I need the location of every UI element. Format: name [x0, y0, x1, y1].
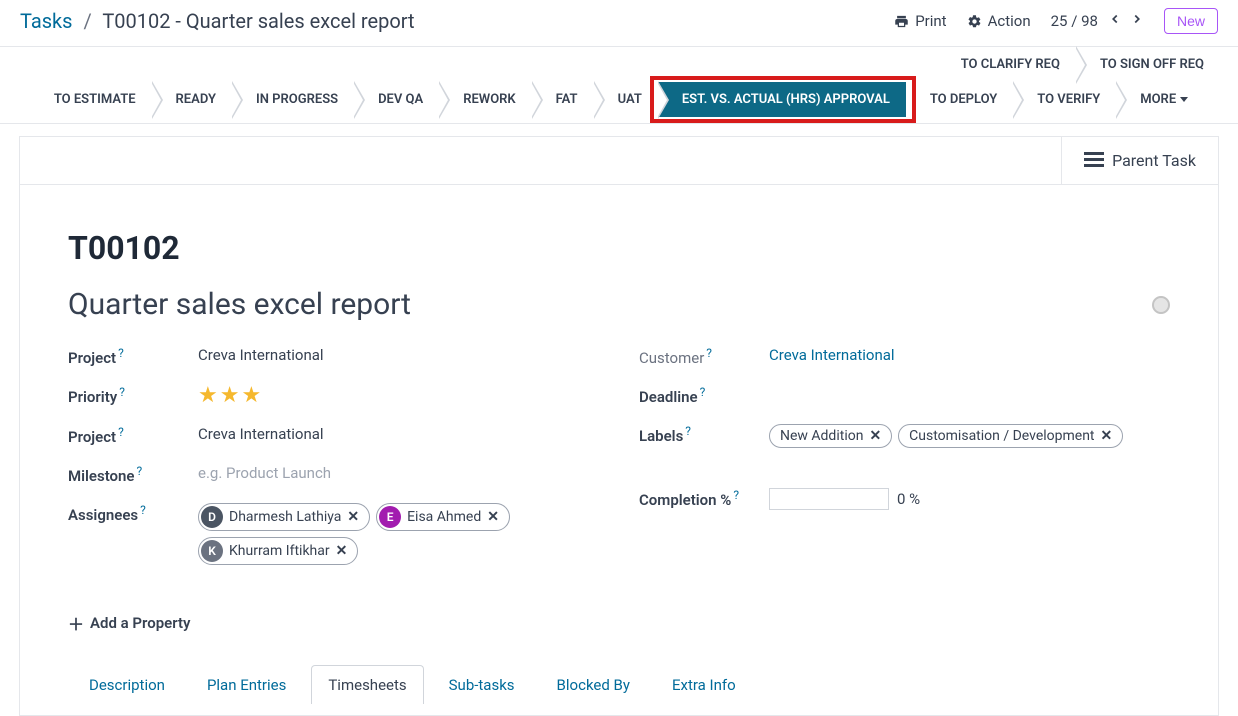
print-label: Print	[915, 12, 946, 30]
stage-ready[interactable]: READY	[152, 82, 232, 117]
priority-stars[interactable]: ★ ★ ★	[198, 385, 599, 407]
help-icon[interactable]: ?	[119, 385, 125, 399]
task-title[interactable]: Quarter sales excel report	[68, 287, 411, 322]
tab-extra-info[interactable]: Extra Info	[655, 665, 753, 704]
parent-task-label: Parent Task	[1112, 151, 1196, 170]
label-milestone: Milestone?	[68, 464, 198, 485]
list-icon	[1084, 152, 1104, 170]
label-completion: Completion %?	[639, 488, 769, 509]
add-property-label: Add a Property	[90, 614, 190, 632]
star-icon[interactable]: ★	[220, 385, 240, 407]
print-button[interactable]: Print	[894, 12, 946, 30]
gear-icon	[967, 14, 982, 29]
help-icon[interactable]: ?	[118, 346, 124, 360]
action-label: Action	[988, 12, 1031, 30]
label-tag[interactable]: New Addition ✕	[769, 424, 892, 448]
highlighted-stage-wrap: EST. VS. ACTUAL (HRS) APPROVAL	[658, 82, 906, 117]
breadcrumb-sep: /	[83, 9, 91, 33]
chevron-left-icon	[1108, 12, 1122, 26]
breadcrumb-item: T00102 - Quarter sales excel report	[102, 9, 414, 33]
label-customer: Customer?	[639, 346, 769, 367]
assignee-name: Eisa Ahmed	[407, 509, 481, 525]
status-circle-icon[interactable]	[1152, 296, 1170, 314]
assignee-name: Dharmesh Lathiya	[229, 509, 341, 525]
print-icon	[894, 14, 909, 29]
tab-description[interactable]: Description	[72, 665, 182, 704]
next-button[interactable]	[1130, 12, 1144, 30]
remove-icon[interactable]: ✕	[336, 543, 348, 559]
field-project-2[interactable]: Creva International	[198, 425, 599, 443]
prev-button[interactable]	[1108, 12, 1122, 30]
assignee-chip[interactable]: K Khurram Iftikhar ✕	[198, 537, 358, 565]
tab-blocked-by[interactable]: Blocked By	[540, 665, 647, 704]
assignee-chip[interactable]: D Dharmesh Lathiya ✕	[198, 503, 370, 531]
stage-in-progress[interactable]: IN PROGRESS	[232, 82, 354, 117]
star-icon[interactable]: ★	[241, 385, 261, 407]
stage-est-vs-actual[interactable]: EST. VS. ACTUAL (HRS) APPROVAL	[658, 82, 906, 117]
avatar: D	[201, 506, 223, 528]
avatar: K	[201, 540, 223, 562]
breadcrumb: Tasks / T00102 - Quarter sales excel rep…	[20, 9, 415, 33]
add-property-button[interactable]: ＋ Add a Property	[68, 611, 191, 635]
stage-to-estimate[interactable]: TO ESTIMATE	[30, 82, 152, 117]
plus-icon: ＋	[68, 611, 84, 635]
parent-task-button[interactable]: Parent Task	[1061, 137, 1218, 184]
new-button[interactable]: New	[1164, 8, 1218, 34]
stage-to-deploy[interactable]: TO DEPLOY	[906, 82, 1013, 117]
remove-icon[interactable]: ✕	[487, 509, 499, 525]
tab-plan-entries[interactable]: Plan Entries	[190, 665, 303, 704]
label-project: Project?	[68, 346, 198, 367]
field-customer[interactable]: Creva International	[769, 346, 1170, 364]
remove-icon[interactable]: ✕	[347, 509, 359, 525]
tag-text: New Addition	[780, 428, 863, 444]
star-icon[interactable]: ★	[198, 385, 218, 407]
assignee-chip[interactable]: E Eisa Ahmed ✕	[376, 503, 510, 531]
label-tag[interactable]: Customisation / Development ✕	[898, 424, 1123, 448]
action-button[interactable]: Action	[967, 12, 1031, 30]
remove-icon[interactable]: ✕	[869, 428, 881, 444]
stage-rework[interactable]: REWORK	[439, 82, 531, 117]
help-icon[interactable]: ?	[733, 488, 739, 502]
tag-text: Customisation / Development	[909, 428, 1094, 444]
label-assignees: Assignees?	[68, 503, 198, 524]
tab-sub-tasks[interactable]: Sub-tasks	[432, 665, 532, 704]
field-project[interactable]: Creva International	[198, 346, 599, 364]
completion-input[interactable]	[769, 488, 889, 510]
tab-timesheets[interactable]: Timesheets	[311, 665, 423, 704]
help-icon[interactable]: ?	[137, 464, 143, 478]
label-labels: Labels?	[639, 424, 769, 445]
label-project-2: Project?	[68, 425, 198, 446]
completion-value: 0 %	[897, 490, 920, 508]
stage-to-sign-off-req[interactable]: TO SIGN OFF REQ	[1076, 47, 1220, 82]
stage-to-clarify-req[interactable]: TO CLARIFY REQ	[937, 47, 1076, 82]
assignee-name: Khurram Iftikhar	[229, 543, 330, 559]
help-icon[interactable]: ?	[118, 425, 124, 439]
pager-count: 25 / 98	[1051, 12, 1098, 30]
task-id: T00102	[68, 229, 1170, 267]
field-milestone[interactable]: e.g. Product Launch	[198, 464, 599, 482]
chevron-down-icon	[1180, 97, 1188, 102]
breadcrumb-root[interactable]: Tasks	[20, 9, 73, 33]
help-icon[interactable]: ?	[140, 503, 146, 517]
help-icon[interactable]: ?	[700, 385, 706, 399]
help-icon[interactable]: ?	[685, 424, 691, 438]
label-deadline: Deadline?	[639, 385, 769, 406]
labels-list[interactable]: New Addition ✕ Customisation / Developmen…	[769, 424, 1170, 448]
chevron-right-icon	[1130, 12, 1144, 26]
assignees-list[interactable]: D Dharmesh Lathiya ✕ E Eisa Ahmed ✕ K	[198, 503, 599, 565]
stage-to-verify[interactable]: TO VERIFY	[1013, 82, 1116, 117]
avatar: E	[379, 506, 401, 528]
stage-more[interactable]: MORE	[1116, 82, 1208, 117]
help-icon[interactable]: ?	[706, 346, 712, 360]
stage-dev-qa[interactable]: DEV QA	[354, 82, 439, 117]
remove-icon[interactable]: ✕	[1101, 428, 1113, 444]
label-priority: Priority?	[68, 385, 198, 406]
